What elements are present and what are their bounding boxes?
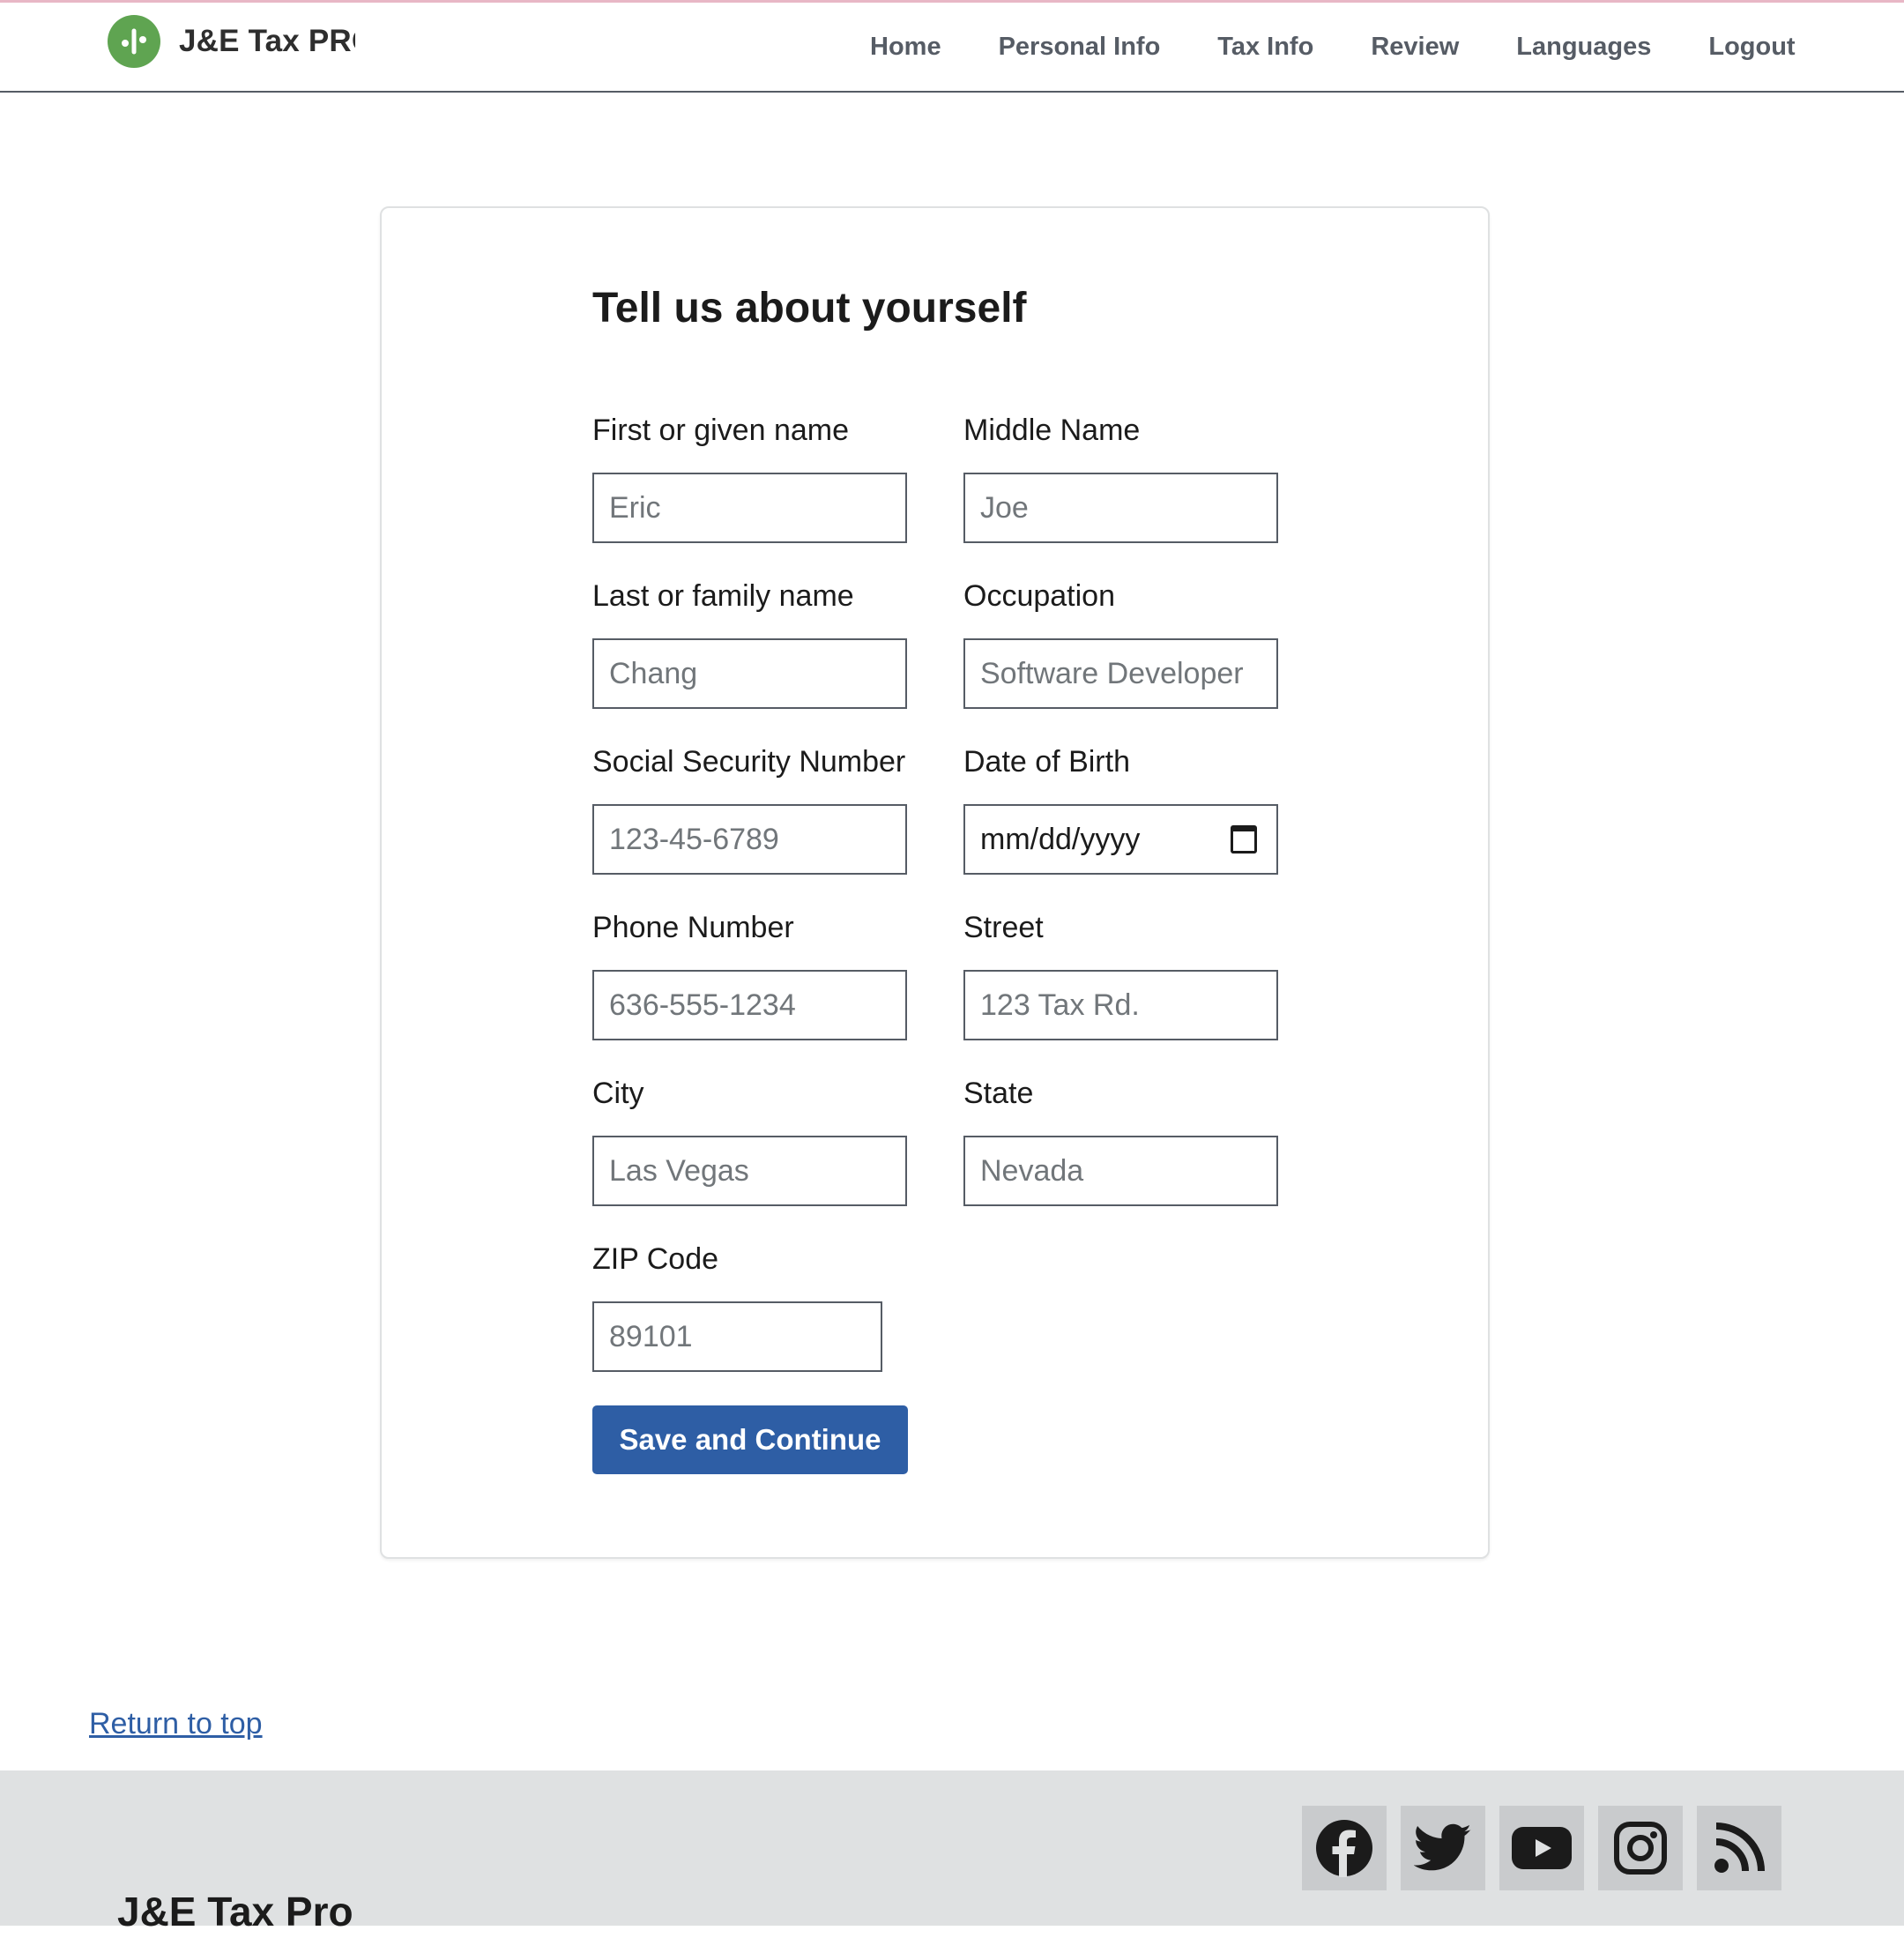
calendar-icon[interactable]: [1231, 825, 1257, 853]
zip-label: ZIP Code: [592, 1242, 719, 1276]
nav-languages[interactable]: Languages: [1516, 33, 1651, 62]
street-input[interactable]: 123 Tax Rd.: [963, 970, 1278, 1040]
zip-field: ZIP Code 89101: [592, 1241, 882, 1372]
state-field: State Nevada: [963, 1076, 1278, 1206]
rss-icon[interactable]: [1697, 1806, 1781, 1890]
nav-review[interactable]: Review: [1371, 33, 1459, 62]
nav-logout[interactable]: Logout: [1708, 33, 1795, 62]
zip-input[interactable]: 89101: [592, 1301, 882, 1372]
twitter-icon[interactable]: [1401, 1806, 1485, 1890]
return-to-top-link[interactable]: Return to top: [89, 1705, 263, 1742]
state-input[interactable]: Nevada: [963, 1136, 1278, 1206]
save-and-continue-button[interactable]: Save and Continue: [592, 1405, 908, 1474]
footer: J&E Tax Pro: [0, 1770, 1904, 1934]
phone-field: Phone Number 636-555-1234: [592, 910, 907, 1040]
dob-label: Date of Birth: [963, 745, 1130, 779]
street-field: Street 123 Tax Rd.: [963, 910, 1278, 1040]
nav-personal-info[interactable]: Personal Info: [999, 33, 1161, 62]
instagram-icon[interactable]: [1598, 1806, 1683, 1890]
dob-field: Date of Birth mm/dd/yyyy: [963, 744, 1278, 875]
page-title: Tell us about yourself: [592, 285, 1027, 332]
street-label: Street: [963, 911, 1044, 944]
first-name-field: First or given name Eric: [592, 413, 907, 543]
phone-label: Phone Number: [592, 911, 794, 944]
ssn-field: Social Security Number 123-45-6789: [592, 744, 907, 875]
main-nav: Home Personal Info Tax Info Review Langu…: [870, 3, 1796, 91]
state-label: State: [963, 1077, 1034, 1110]
ssn-label: Social Security Number: [592, 745, 906, 779]
youtube-icon[interactable]: [1499, 1806, 1584, 1890]
footer-brand: J&E Tax Pro: [117, 1889, 353, 1934]
city-input[interactable]: Las Vegas: [592, 1136, 907, 1206]
city-field: City Las Vegas: [592, 1076, 907, 1206]
first-name-label: First or given name: [592, 414, 849, 447]
dob-placeholder: mm/dd/yyyy: [980, 822, 1141, 856]
phone-input[interactable]: 636-555-1234: [592, 970, 907, 1040]
logo-icon: [108, 15, 160, 68]
middle-name-input[interactable]: Joe: [963, 473, 1278, 543]
navbar: J&E Tax PRO Home Personal Info Tax Info …: [0, 3, 1904, 93]
nav-home[interactable]: Home: [870, 33, 941, 62]
city-label: City: [592, 1077, 644, 1110]
last-name-field: Last or family name Chang: [592, 578, 907, 709]
ssn-input[interactable]: 123-45-6789: [592, 804, 907, 875]
brand-name: J&E Tax PRO: [179, 24, 355, 58]
occupation-input[interactable]: Software Developer: [963, 638, 1278, 709]
last-name-label: Last or family name: [592, 579, 854, 613]
dob-input[interactable]: mm/dd/yyyy: [963, 804, 1278, 875]
middle-name-field: Middle Name Joe: [963, 413, 1278, 543]
occupation-field: Occupation Software Developer: [963, 578, 1278, 709]
form-card: [380, 206, 1490, 1559]
first-name-input[interactable]: Eric: [592, 473, 907, 543]
brand[interactable]: J&E Tax PRO: [108, 15, 355, 68]
facebook-icon[interactable]: [1302, 1806, 1387, 1890]
last-name-input[interactable]: Chang: [592, 638, 907, 709]
nav-tax-info[interactable]: Tax Info: [1217, 33, 1313, 62]
middle-name-label: Middle Name: [963, 414, 1141, 447]
occupation-label: Occupation: [963, 579, 1115, 613]
